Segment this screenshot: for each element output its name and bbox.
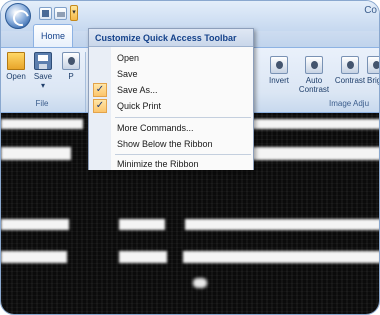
invert-button-label: Invert xyxy=(268,76,289,85)
menu-item-label: Save xyxy=(117,69,138,79)
menu-item-save-as[interactable]: ✓ Save As... xyxy=(89,83,253,97)
checkmark-icon: ✓ xyxy=(93,83,107,97)
menu-body: Open Save ✓ Save As... ✓ Quick Print Mor… xyxy=(89,47,253,170)
contrast-button-label: Contrast xyxy=(334,76,366,85)
open-button-label: Open xyxy=(6,72,26,81)
qat-print-preview-icon[interactable] xyxy=(54,7,67,20)
save-button[interactable]: Save ▾ xyxy=(30,52,56,90)
menu-separator xyxy=(115,117,251,118)
save-button-label: Save xyxy=(33,72,53,81)
menu-item-save[interactable]: Save xyxy=(89,67,253,81)
floppy-disk-icon xyxy=(34,52,52,70)
checkmark-icon: ✓ xyxy=(93,99,107,113)
menu-item-label: Show Below the Ribbon xyxy=(117,139,213,149)
menu-item-label: Minimize the Ribbon xyxy=(117,159,199,169)
qat-customize-dropdown-button[interactable]: ▾ xyxy=(70,5,78,21)
menu-item-quick-print[interactable]: ✓ Quick Print xyxy=(89,99,253,113)
menu-item-more-commands[interactable]: More Commands... xyxy=(89,121,253,135)
window-title: Co xyxy=(364,5,377,16)
folder-open-icon xyxy=(7,52,25,70)
menu-item-open[interactable]: Open xyxy=(89,51,253,65)
qat-save-icon[interactable] xyxy=(39,7,52,20)
contrast-button[interactable]: Contrast xyxy=(333,56,367,85)
auto-contrast-label-line1: Auto xyxy=(305,76,323,85)
menu-item-label: Open xyxy=(117,53,140,63)
menu-item-minimize-ribbon[interactable]: Minimize the Ribbon xyxy=(89,157,253,171)
auto-contrast-button[interactable]: Auto Contrast xyxy=(297,56,331,94)
image-adjust-group-label: Image Adju xyxy=(329,99,370,108)
file-group-label: File xyxy=(35,99,49,108)
print-button[interactable]: P xyxy=(59,52,83,81)
invert-icon xyxy=(270,56,288,74)
tab-home[interactable]: Home xyxy=(33,24,73,48)
printer-icon xyxy=(62,52,80,70)
application-menu-button[interactable] xyxy=(5,3,31,29)
brightness-button-label: Brig xyxy=(367,76,380,85)
auto-contrast-label-line2: Contrast xyxy=(298,85,330,94)
menu-item-show-below-ribbon[interactable]: Show Below the Ribbon xyxy=(89,137,253,151)
save-button-arrow: ▾ xyxy=(40,81,45,90)
menu-title: Customize Quick Access Toolbar xyxy=(89,29,253,47)
app-window: ▾ Co Home Open Save ▾ P File Invert Auto xyxy=(0,0,380,315)
contrast-icon xyxy=(341,56,359,74)
menu-item-label: Quick Print xyxy=(117,101,162,111)
open-button[interactable]: Open xyxy=(3,52,29,81)
group-divider xyxy=(85,52,86,112)
menu-item-label: Save As... xyxy=(117,85,158,95)
invert-button[interactable]: Invert xyxy=(264,56,294,85)
auto-contrast-icon xyxy=(305,56,323,74)
customize-qat-menu: Customize Quick Access Toolbar Open Save… xyxy=(88,28,254,170)
brightness-icon xyxy=(367,56,379,74)
brightness-button[interactable]: Brig xyxy=(367,56,380,85)
menu-item-label: More Commands... xyxy=(117,123,194,133)
menu-separator xyxy=(115,154,251,155)
print-button-label: P xyxy=(68,72,74,81)
